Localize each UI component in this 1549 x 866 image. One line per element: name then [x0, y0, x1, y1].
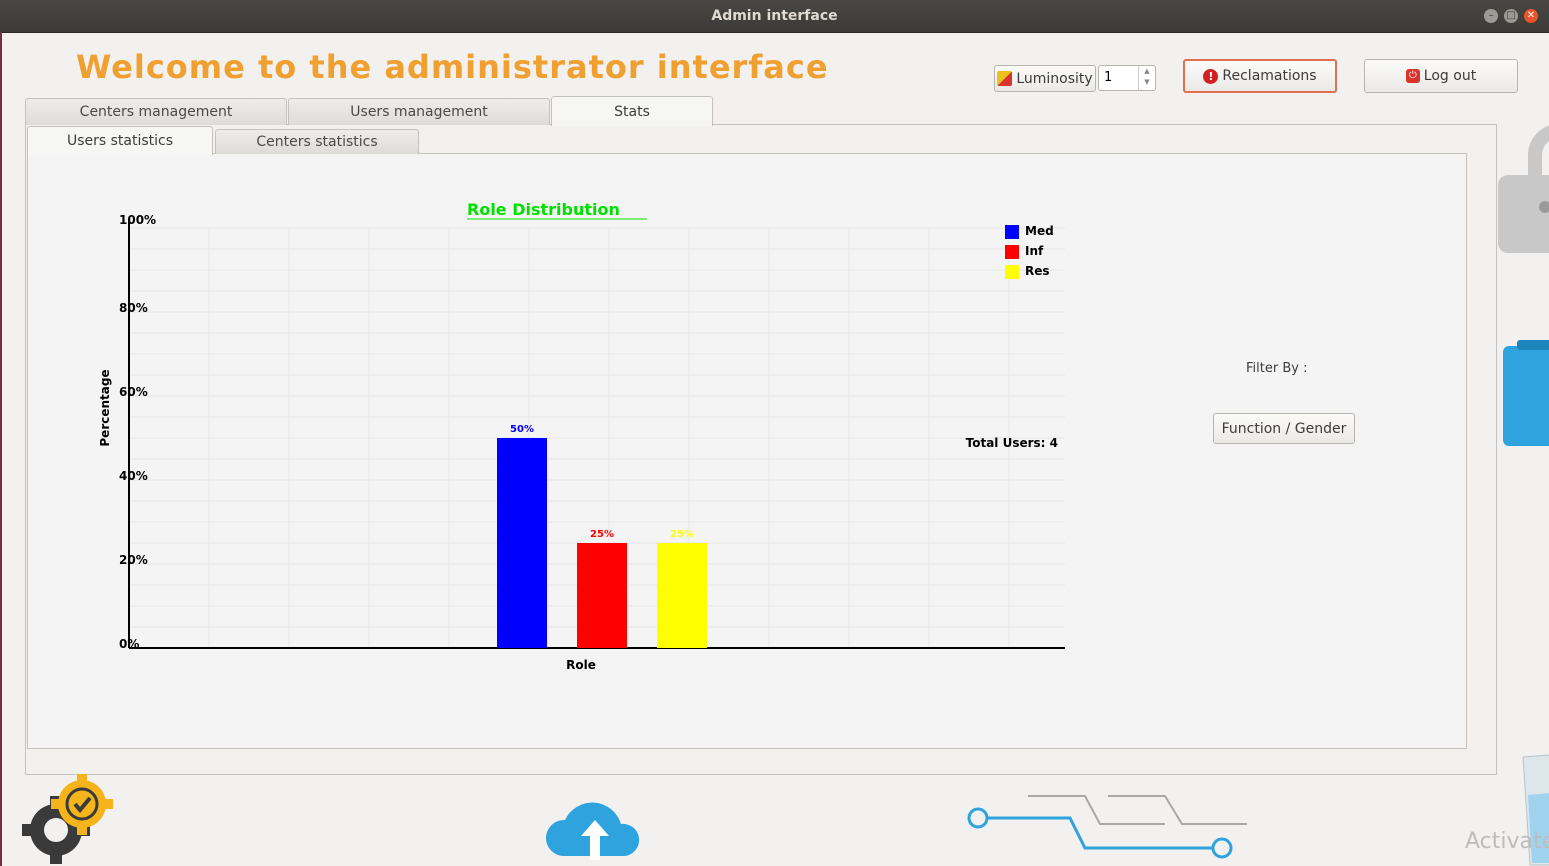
lock-icon	[1498, 125, 1549, 253]
bar-med	[497, 438, 547, 648]
y-tick-label: 20%	[119, 553, 148, 567]
bar-inf	[577, 543, 627, 648]
legend-swatch-res	[1005, 265, 1019, 279]
activation-watermark: Activate	[1465, 829, 1549, 854]
y-tick-label: 80%	[119, 301, 148, 315]
clipboard-icon	[1503, 340, 1549, 446]
legend-label: Inf	[1025, 244, 1044, 258]
bar-data-label: 25%	[670, 529, 694, 540]
bar-data-label: 50%	[510, 424, 534, 435]
legend-swatch-med	[1005, 225, 1019, 239]
legend-label: Res	[1025, 264, 1050, 278]
function-gender-label: Function / Gender	[1221, 420, 1347, 437]
y-tick-label: 0%	[119, 637, 139, 651]
total-users-label: Total Users: 4	[966, 436, 1058, 450]
chart-title: Role Distribution	[467, 200, 620, 219]
cloud-upload-icon	[545, 802, 640, 860]
x-axis-label: Role	[566, 658, 596, 672]
bar-data-label: 25%	[590, 529, 614, 540]
y-tick-label: 40%	[119, 469, 148, 483]
legend-swatch-inf	[1005, 245, 1019, 259]
bar-res	[657, 543, 707, 648]
y-axis-label: Percentage	[98, 369, 112, 446]
y-tick-label: 60%	[119, 385, 148, 399]
function-gender-button[interactable]: Function / Gender	[1213, 413, 1355, 444]
filter-label: Filter By :	[1246, 361, 1308, 376]
y-tick-label: 100%	[119, 213, 156, 227]
gear-check-icon	[22, 774, 113, 864]
legend-label: Med	[1025, 224, 1054, 238]
circuit-icon	[967, 795, 1247, 859]
